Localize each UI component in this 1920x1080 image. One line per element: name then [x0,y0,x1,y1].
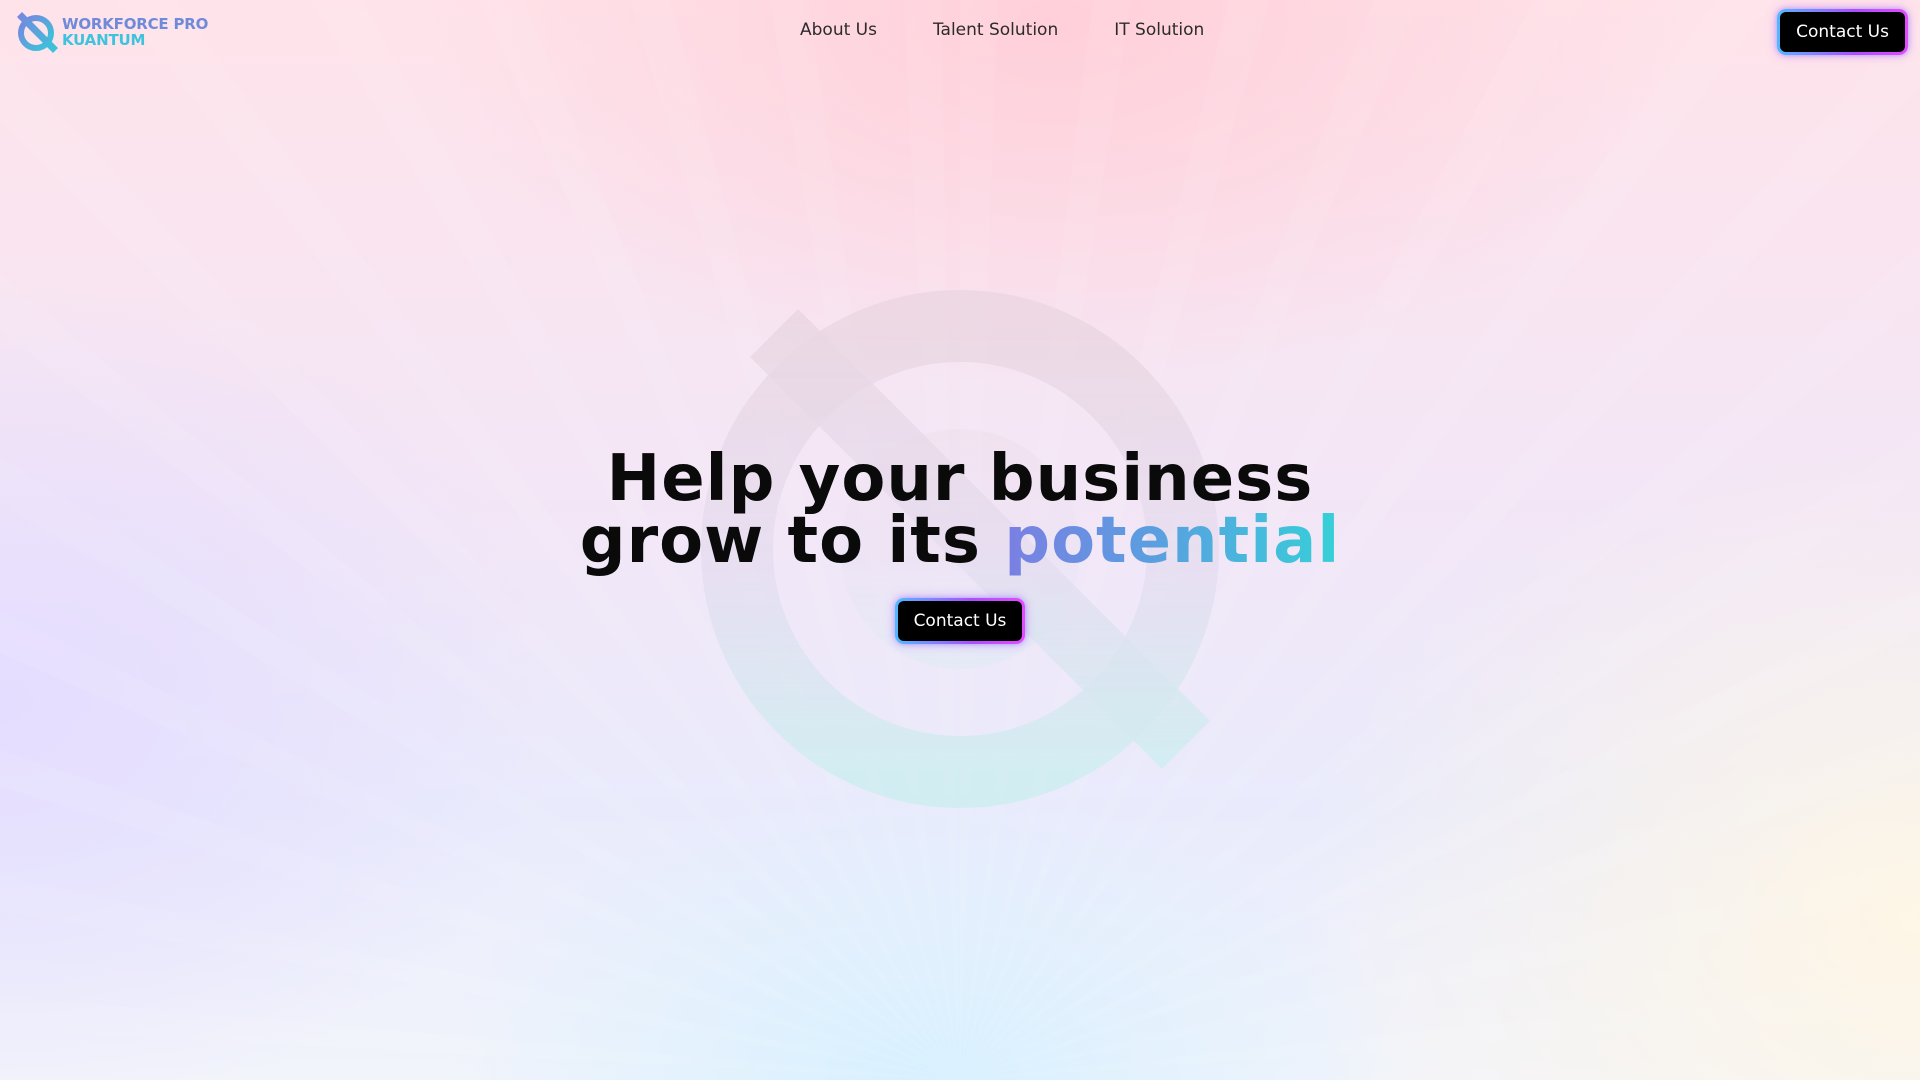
site-header: WORKFORCE PRO KUANTUM About Us Talent So… [0,0,1920,62]
nav-item-it-solution[interactable]: IT Solution [1114,20,1204,40]
hero-headline-highlight: potential [1004,504,1341,578]
header-contact-button-frame: Contact Us [1777,9,1908,55]
brand-line-2: KUANTUM [62,31,146,49]
nav-item-about-us[interactable]: About Us [800,20,877,40]
q-magnifier-logo-icon [17,12,58,53]
main-nav: About Us Talent Solution IT Solution [800,20,1204,40]
hero-section: Help your business grow to its potential… [0,447,1920,644]
brand-logo[interactable]: WORKFORCE PRO KUANTUM [14,10,208,54]
hero-headline: Help your business grow to its potential [0,447,1920,573]
header-contact-button[interactable]: Contact Us [1780,12,1905,52]
hero-contact-button[interactable]: Contact Us [897,601,1023,641]
hero-contact-button-frame: Contact Us [894,598,1026,644]
nav-item-talent-solution[interactable]: Talent Solution [933,20,1058,40]
hero-headline-line-2-prefix: grow to its [579,504,981,578]
brand-line-1: WORKFORCE PRO [62,15,209,33]
brand-wordmark: WORKFORCE PRO KUANTUM [62,16,208,48]
